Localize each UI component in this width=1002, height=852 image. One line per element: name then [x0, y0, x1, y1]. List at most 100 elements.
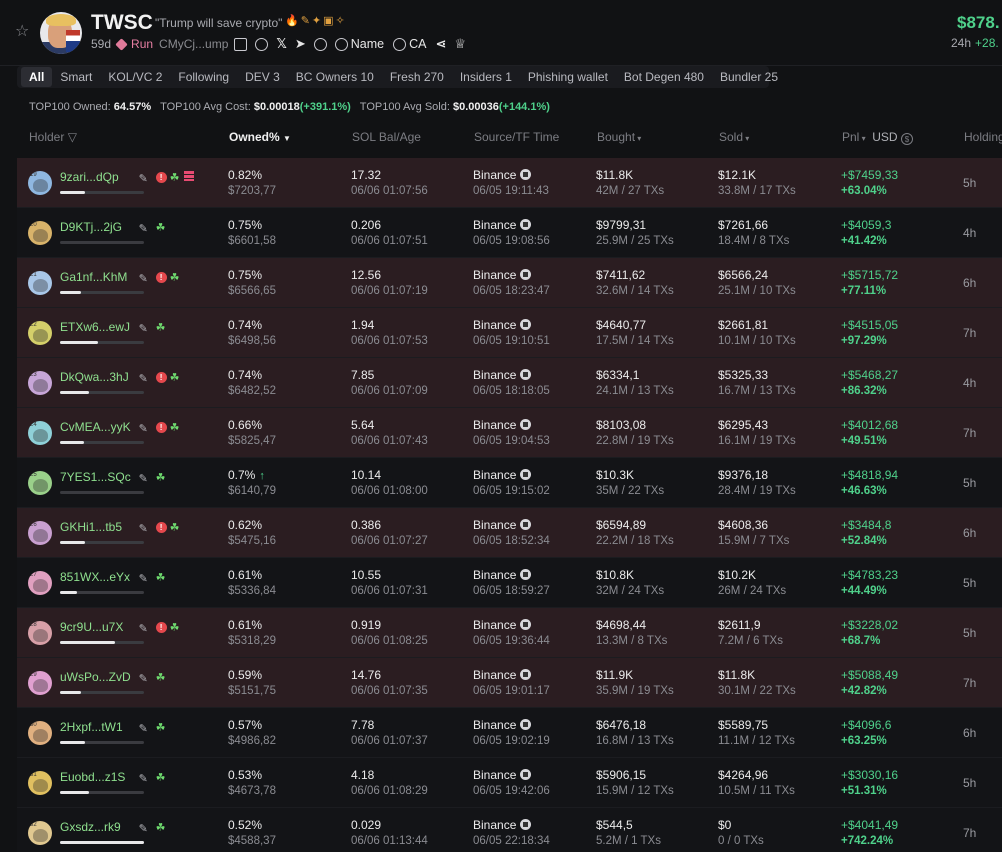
source[interactable]: Binance: [473, 318, 532, 332]
source[interactable]: Binance: [473, 168, 532, 182]
col-pnl[interactable]: Pnl ▾ USD $: [842, 130, 913, 145]
col-bought[interactable]: Bought ▾: [597, 130, 641, 144]
telegram-icon[interactable]: ➤: [295, 36, 306, 52]
search-name-button[interactable]: Name: [351, 37, 384, 51]
table-row[interactable]: 25 7YES1...SQc ✎ ☘ 0.7% ↑ $6140,79 10.14 0…: [17, 458, 1002, 508]
source[interactable]: Binance: [473, 618, 532, 632]
holder-address[interactable]: 7YES1...SQc: [60, 470, 131, 484]
table-row[interactable]: 28 9cr9U...u7X ✎! ☘ 0.61% $5318,29 0.919 …: [17, 608, 1002, 658]
holder-address[interactable]: 9cr9U...u7X: [60, 620, 123, 634]
share-icon[interactable]: ⋖: [436, 36, 447, 52]
holder-filter-tabs: All Smart KOL/VC 2 Following DEV 3 BC Owners …: [17, 66, 778, 88]
table-row[interactable]: 30 2Hxpf...tW1 ✎ ☘ 0.57% $4986,82 7.78 06…: [17, 708, 1002, 758]
table-row[interactable]: 32 Gxsdz...rk9 ✎ ☘ 0.52% $4588,37 0.029 0…: [17, 808, 1002, 852]
pnl-usd: +$4059,3: [841, 218, 892, 232]
sol-age: 06/06 01:13:44: [351, 835, 428, 847]
source[interactable]: Binance: [473, 568, 532, 582]
edit-icon[interactable]: ✎: [139, 572, 148, 585]
source[interactable]: Binance: [473, 718, 532, 732]
table-row[interactable]: 20 D9KTj...2jG ✎ ☘ 0.75% $6601,58 0.206 0…: [17, 208, 1002, 258]
table-row[interactable]: 31 Euobd...z1S ✎ ☘ 0.53% $4673,78 4.18 06…: [17, 758, 1002, 808]
sold-txs: 30.1M / 22 TXs: [718, 685, 796, 697]
edit-icon[interactable]: ✎: [139, 372, 148, 385]
table-row[interactable]: 23 DkQwa...3hJ ✎! ☘ 0.74% $6482,52 7.85 0…: [17, 358, 1002, 408]
holder-address[interactable]: Euobd...z1S: [60, 770, 125, 784]
tab-bundler-25[interactable]: Bundler 25: [712, 67, 786, 87]
table-row[interactable]: 24 CvMEA...yyK ✎! ☘ 0.66% $5825,47 5.64 0…: [17, 408, 1002, 458]
tab-smart[interactable]: Smart: [52, 67, 100, 87]
table-row[interactable]: 26 GKHi1...tb5 ✎! ☘ 0.62% $5475,16 0.386 …: [17, 508, 1002, 558]
holder-address[interactable]: GKHi1...tb5: [60, 520, 122, 534]
website-icon[interactable]: [255, 37, 269, 51]
holding-progress: [60, 591, 144, 594]
star-icon[interactable]: ☆: [15, 24, 31, 40]
dollar-circle-icon[interactable]: $: [900, 133, 913, 145]
holder-address[interactable]: D9KTj...2jG: [60, 220, 122, 234]
source[interactable]: Binance: [473, 768, 532, 782]
sol-age: 06/06 01:07:35: [351, 685, 428, 697]
col-owned[interactable]: Owned% ▼: [229, 130, 291, 144]
filter-icon[interactable]: ▽: [68, 130, 77, 144]
edit-icon[interactable]: ✎: [139, 622, 148, 635]
holder-address[interactable]: Gxsdz...rk9: [60, 820, 121, 834]
holder-address[interactable]: 9zari...dQp: [60, 170, 119, 184]
col-holder[interactable]: Holder ▽: [29, 130, 77, 144]
crown-icon[interactable]: ♕: [454, 36, 466, 52]
table-row[interactable]: 27 851WX...eYx ✎ ☘ 0.61% $5336,84 10.55 0…: [17, 558, 1002, 608]
search-name-icon[interactable]: [334, 37, 348, 51]
holder-address[interactable]: 2Hxpf...tW1: [60, 720, 123, 734]
edit-icon[interactable]: ✎: [139, 422, 148, 435]
table-row[interactable]: 29 uWsPo...ZvD ✎ ☘ 0.59% $5151,75 14.76 0…: [17, 658, 1002, 708]
holder-address[interactable]: ETXw6...ewJ: [60, 320, 130, 334]
table-row[interactable]: 19 9zari...dQp ✎! ☘ 0.82% $7203,77 17.32 …: [17, 158, 1002, 208]
edit-icon[interactable]: ✎: [139, 222, 148, 235]
col-sol-bal[interactable]: SOL Bal/Age: [352, 130, 421, 144]
source[interactable]: Binance: [473, 468, 532, 482]
search-ca-icon[interactable]: [393, 37, 407, 51]
table-row[interactable]: 21 Ga1nf...KhM ✎! ☘ 0.75% $6566,65 12.56 …: [17, 258, 1002, 308]
holder-address[interactable]: CvMEA...yyK: [60, 420, 131, 434]
usd-toggle[interactable]: USD: [872, 130, 897, 144]
col-sold[interactable]: Sold ▾: [719, 130, 749, 144]
tab-phishing-wallet[interactable]: Phishing wallet: [520, 67, 616, 87]
tab-fresh-270[interactable]: Fresh 270: [382, 67, 452, 87]
source[interactable]: Binance: [473, 418, 532, 432]
source[interactable]: Binance: [473, 268, 532, 282]
x-twitter-icon[interactable]: 𝕏: [276, 36, 286, 52]
edit-icon[interactable]: ✎: [139, 172, 148, 185]
search-ca-button[interactable]: CA: [409, 37, 426, 51]
col-source[interactable]: Source/TF Time: [474, 130, 559, 144]
tab-bot-degen-480[interactable]: Bot Degen 480: [616, 67, 712, 87]
holder-address[interactable]: Ga1nf...KhM: [60, 270, 127, 284]
tab-following[interactable]: Following: [170, 67, 237, 87]
tab-kol-vc-2[interactable]: KOL/VC 2: [100, 67, 170, 87]
edit-icon[interactable]: ✎: [139, 472, 148, 485]
edit-icon[interactable]: ✎: [139, 772, 148, 785]
copy-icon[interactable]: [234, 37, 248, 51]
tab-bc-owners-10[interactable]: BC Owners 10: [288, 67, 382, 87]
tf-time: 06/05 19:42:06: [473, 785, 550, 797]
source[interactable]: Binance: [473, 218, 532, 232]
col-holding[interactable]: Holding: [964, 130, 1002, 144]
owned-usd: $6482,52: [228, 385, 276, 397]
source[interactable]: Binance: [473, 818, 532, 832]
bought-txs: 16.8M / 13 TXs: [596, 735, 674, 747]
edit-icon[interactable]: ✎: [139, 822, 148, 835]
tab-dev-3[interactable]: DEV 3: [237, 67, 288, 87]
sol-balance: 0.386: [351, 518, 382, 532]
edit-icon[interactable]: ✎: [139, 322, 148, 335]
source[interactable]: Binance: [473, 368, 532, 382]
holder-address[interactable]: 851WX...eYx: [60, 570, 130, 584]
tab-insiders-1[interactable]: Insiders 1: [452, 67, 520, 87]
edit-icon[interactable]: ✎: [139, 722, 148, 735]
table-row[interactable]: 22 ETXw6...ewJ ✎ ☘ 0.74% $6498,56 1.94 06…: [17, 308, 1002, 358]
dex-icon[interactable]: [313, 37, 327, 51]
holder-address[interactable]: uWsPo...ZvD: [60, 670, 131, 684]
edit-icon[interactable]: ✎: [139, 672, 148, 685]
source[interactable]: Binance: [473, 518, 532, 532]
tab-all[interactable]: All: [21, 67, 53, 87]
holder-address[interactable]: DkQwa...3hJ: [60, 370, 129, 384]
edit-icon[interactable]: ✎: [139, 272, 148, 285]
edit-icon[interactable]: ✎: [139, 522, 148, 535]
source[interactable]: Binance: [473, 668, 532, 682]
